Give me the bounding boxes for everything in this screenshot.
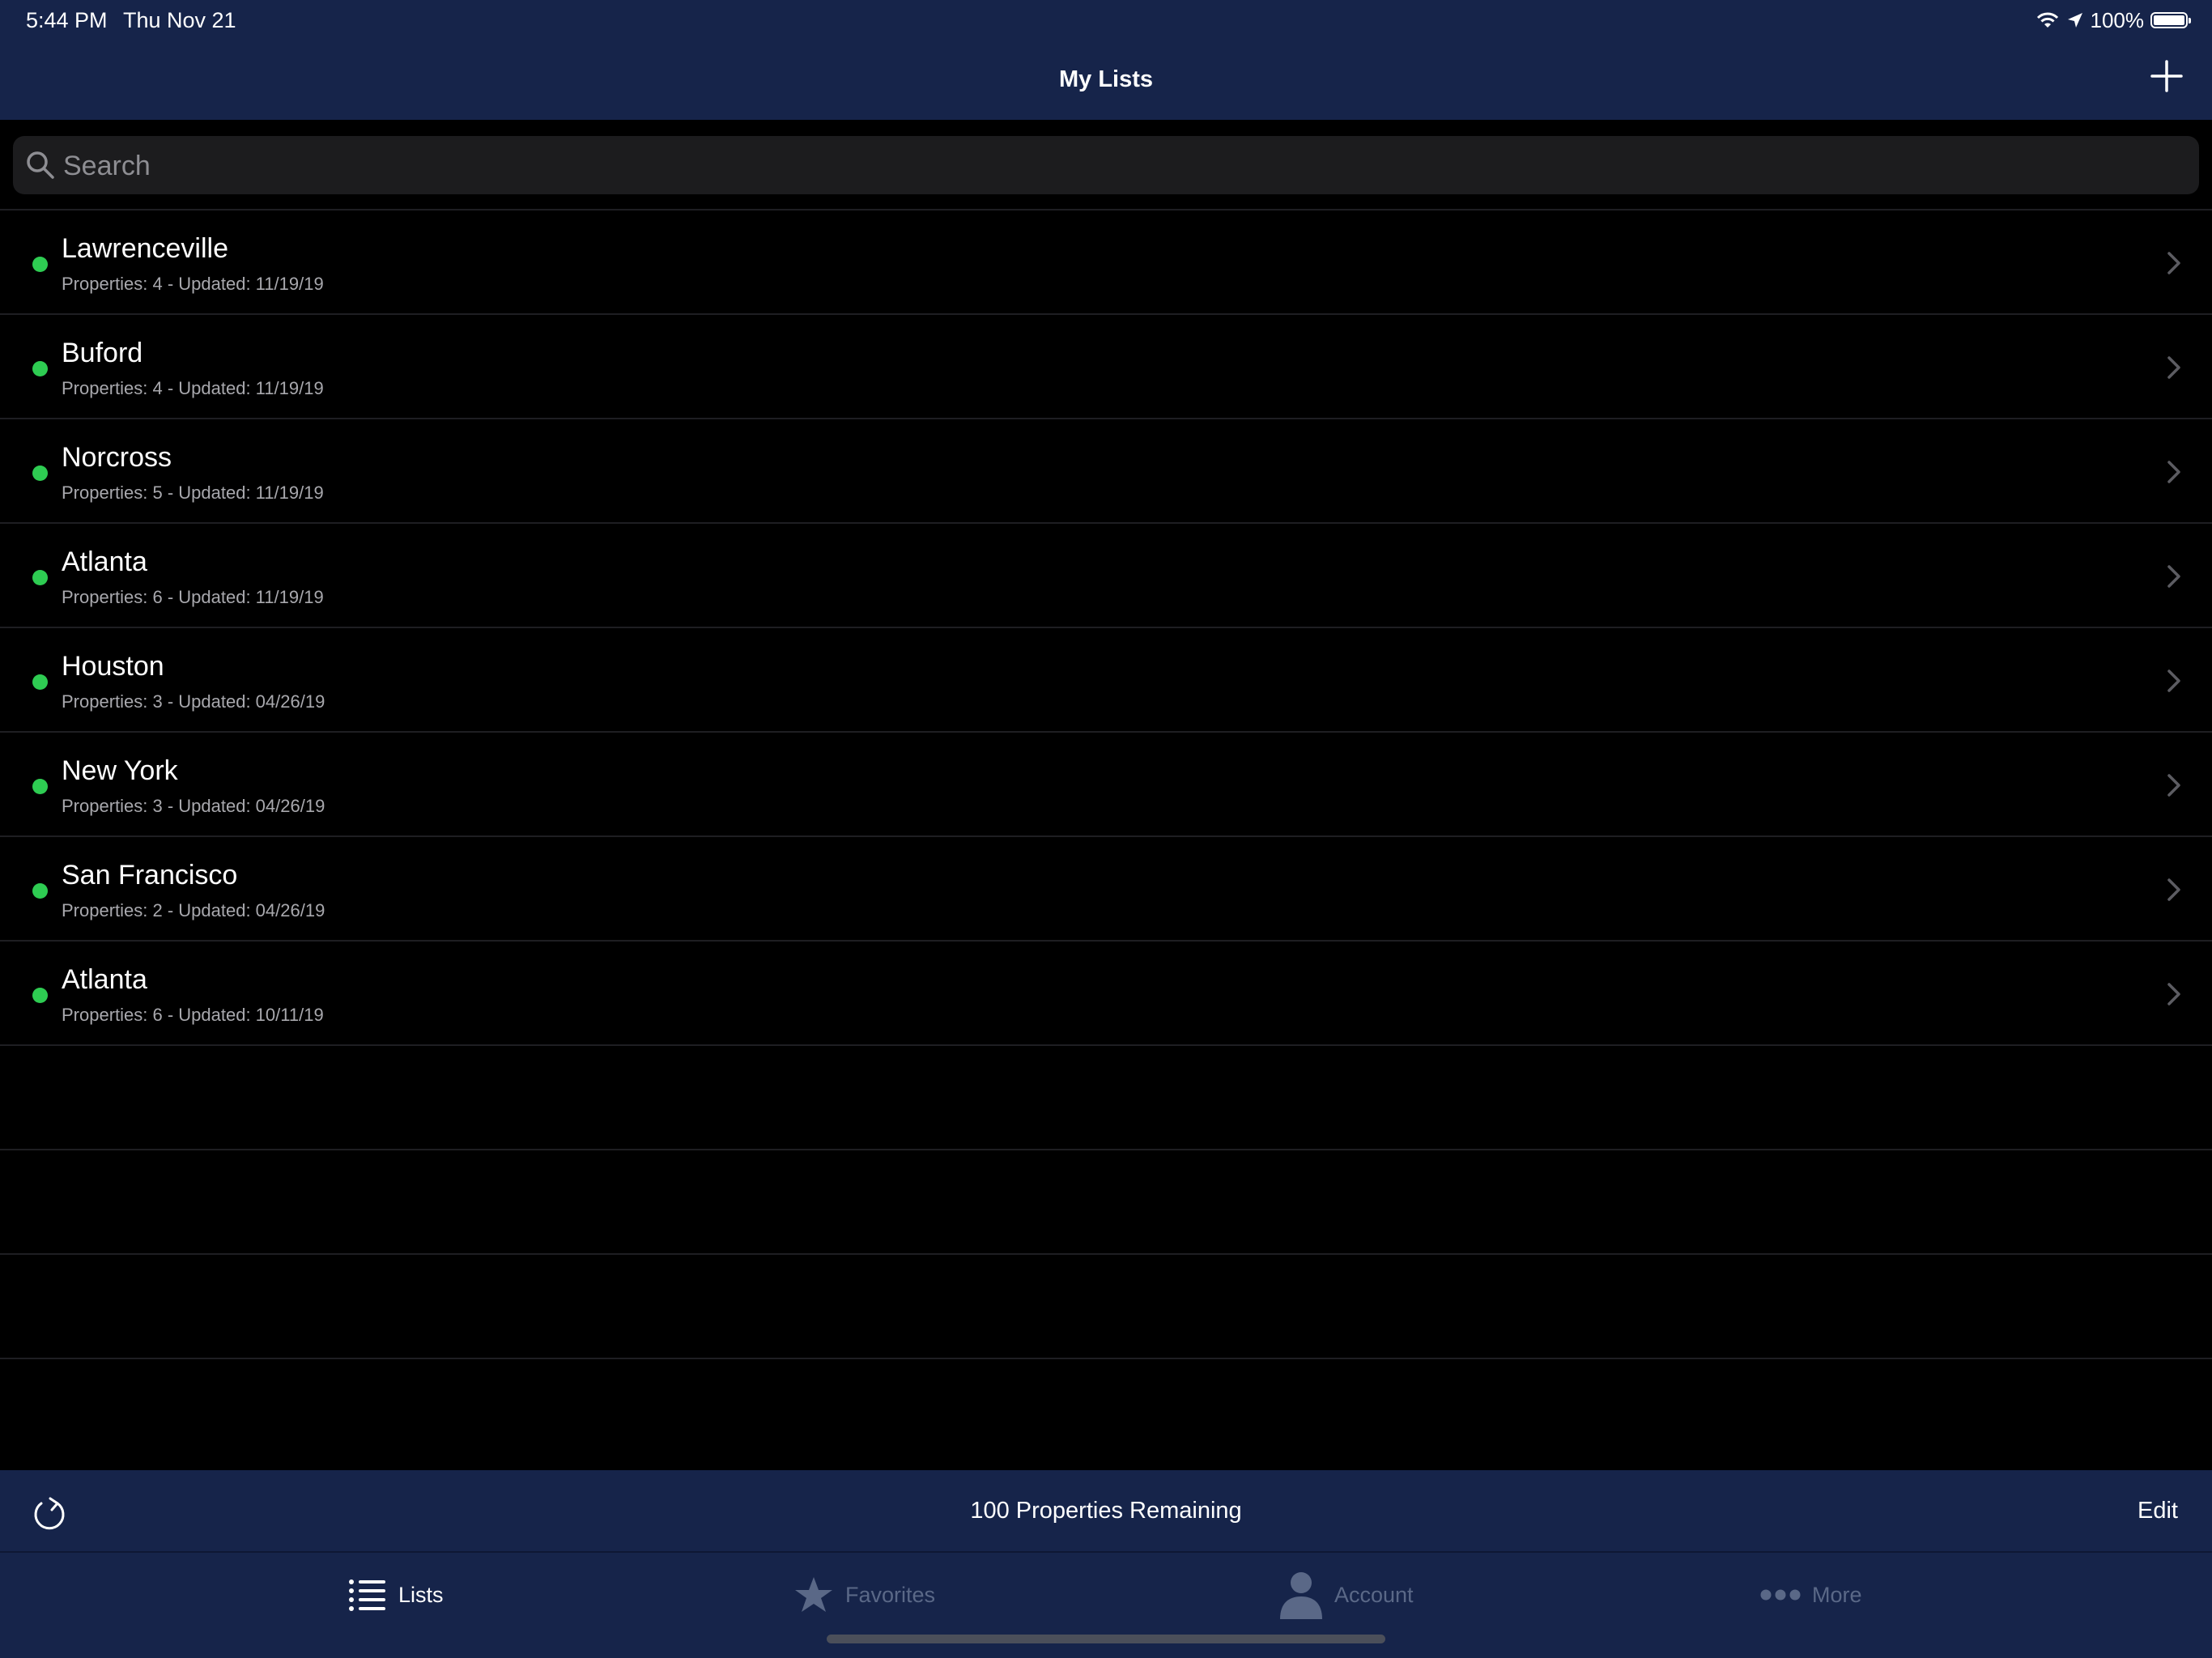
star-icon [795, 1577, 832, 1612]
page-title: My Lists [1058, 66, 1154, 92]
list-name: Atlanta [62, 964, 147, 995]
list-name: Houston [62, 651, 164, 682]
tab-lists[interactable]: Lists [348, 1571, 444, 1619]
list-icon [349, 1579, 385, 1611]
list-name: Buford [62, 338, 143, 368]
tab-label: More [1812, 1582, 1862, 1607]
home-indicator[interactable] [827, 1635, 1385, 1643]
chevron-right-icon [2167, 252, 2180, 274]
list-meta: Properties: 3 - Updated: 04/26/19 [62, 796, 325, 816]
tab-label: Account [1334, 1582, 1414, 1607]
list-meta: Properties: 6 - Updated: 11/19/19 [62, 587, 324, 607]
list-item[interactable]: Houston Properties: 3 - Updated: 04/26/1… [0, 627, 2212, 731]
properties-remaining: 100 Properties Remaining [970, 1498, 1242, 1524]
list-meta: Properties: 5 - Updated: 11/19/19 [62, 483, 324, 503]
tab-account[interactable]: Account [1279, 1571, 1414, 1619]
list-item[interactable]: San Francisco Properties: 2 - Updated: 0… [0, 835, 2212, 940]
status-dot [32, 779, 48, 794]
list-meta: Properties: 6 - Updated: 10/11/19 [62, 1005, 324, 1025]
list-name: Atlanta [62, 546, 147, 577]
list-meta: Properties: 4 - Updated: 11/19/19 [62, 274, 324, 294]
bottom-toolbar: 100 Properties Remaining Edit [0, 1470, 2212, 1553]
list-item[interactable]: Buford Properties: 4 - Updated: 11/19/19 [0, 313, 2212, 418]
chevron-right-icon [2167, 565, 2180, 588]
status-dot [32, 570, 48, 585]
battery-percentage: 100% [2090, 7, 2145, 32]
ellipsis-icon [1760, 1589, 1801, 1601]
chevron-right-icon [2167, 774, 2180, 797]
list-item[interactable]: New York Properties: 3 - Updated: 04/26/… [0, 731, 2212, 835]
location-icon [2067, 13, 2082, 28]
tab-more[interactable]: More [1760, 1571, 1862, 1619]
status-date: Thu Nov 21 [123, 8, 236, 32]
list-name: New York [62, 755, 178, 786]
list-name: Lawrenceville [62, 233, 228, 264]
list-name: San Francisco [62, 860, 238, 891]
status-dot [32, 674, 48, 690]
navigation-header: 5:44 PM Thu Nov 21 100% My Lists [0, 0, 2212, 120]
search-bar [13, 136, 2199, 196]
list-item[interactable]: Atlanta Properties: 6 - Updated: 11/19/1… [0, 522, 2212, 627]
status-time: 5:44 PM [26, 8, 108, 32]
empty-row [0, 1149, 2212, 1253]
battery-icon [2150, 12, 2191, 28]
wifi-icon [2036, 12, 2058, 28]
search-input[interactable] [62, 136, 2170, 196]
tab-label: Lists [398, 1582, 444, 1607]
chevron-right-icon [2167, 461, 2180, 483]
list-item[interactable]: Lawrenceville Properties: 4 - Updated: 1… [0, 209, 2212, 313]
search-icon [27, 151, 54, 179]
status-dot [32, 988, 48, 1003]
tab-label: Favorites [845, 1582, 936, 1607]
lists-table: Lawrenceville Properties: 4 - Updated: 1… [0, 209, 2212, 1462]
status-dot [32, 883, 48, 899]
list-item[interactable]: Norcross Properties: 5 - Updated: 11/19/… [0, 418, 2212, 522]
edit-button[interactable]: Edit [2138, 1498, 2178, 1524]
status-indicators: 100% [2035, 6, 2191, 34]
list-item[interactable]: Atlanta Properties: 6 - Updated: 10/11/1… [0, 940, 2212, 1044]
chevron-right-icon [2167, 670, 2180, 692]
status-dot [32, 361, 48, 376]
tab-favorites[interactable]: Favorites [793, 1571, 935, 1619]
status-dot [32, 466, 48, 481]
chevron-right-icon [2167, 878, 2180, 901]
list-meta: Properties: 2 - Updated: 04/26/19 [62, 900, 325, 920]
list-meta: Properties: 3 - Updated: 04/26/19 [62, 691, 325, 712]
empty-row [0, 1044, 2212, 1149]
add-list-button[interactable] [2149, 58, 2184, 94]
chevron-right-icon [2167, 356, 2180, 379]
status-dot [32, 257, 48, 272]
person-icon [1280, 1572, 1322, 1619]
empty-row [0, 1253, 2212, 1358]
list-name: Norcross [62, 442, 172, 473]
list-meta: Properties: 4 - Updated: 11/19/19 [62, 378, 324, 398]
chevron-right-icon [2167, 983, 2180, 1005]
empty-row [0, 1358, 2212, 1462]
tab-bar: Lists Favorites Account More [0, 1553, 2212, 1658]
